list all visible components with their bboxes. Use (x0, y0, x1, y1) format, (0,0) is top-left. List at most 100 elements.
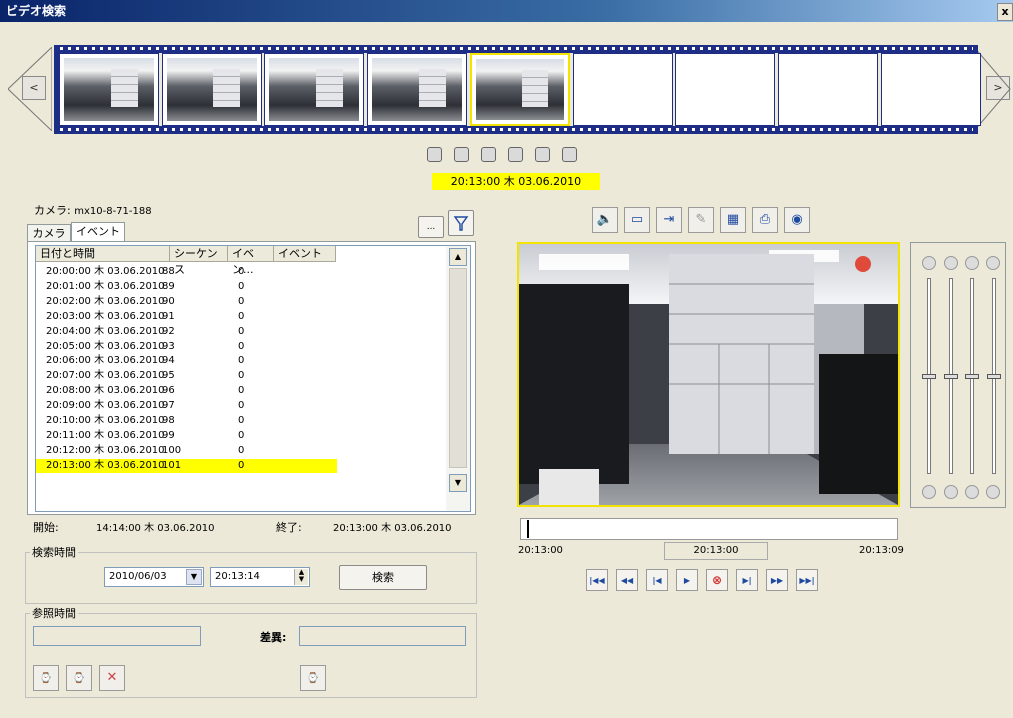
film-perforation (524, 128, 527, 131)
snapshot-button[interactable]: ▦ (720, 207, 746, 233)
cell-sequence: 97 (162, 400, 175, 412)
live-button[interactable]: ⊗ (706, 569, 728, 591)
skip-to-start-button[interactable]: |◀◀ (586, 569, 608, 591)
fullscreen-button[interactable]: ▭ (624, 207, 650, 233)
set-reference-button[interactable]: ⌚ (33, 665, 59, 691)
filmstrip-frame[interactable] (777, 53, 878, 126)
reference-time-field[interactable] (33, 626, 201, 646)
film-perforation (492, 47, 495, 50)
sun-slider-thumb[interactable] (943, 374, 958, 379)
camera-name: mx10-8-71-188 (74, 206, 152, 217)
step-forward-button[interactable]: ▶| (736, 569, 758, 591)
filmstrip-frame[interactable] (469, 53, 570, 126)
camera-settings-button[interactable]: ◉ (784, 207, 810, 233)
table-row[interactable]: 20:00:00 木 03.06.2010 88 0 (36, 265, 444, 279)
filmstrip-square-button[interactable] (508, 147, 523, 162)
timeline-bar[interactable] (520, 518, 898, 540)
column-header-sequence[interactable]: シーケンス (170, 246, 228, 276)
film-perforation (220, 128, 223, 131)
skip-to-end-button[interactable]: ▶▶| (796, 569, 818, 591)
film-perforation (868, 128, 871, 131)
go-to-reference-button[interactable]: ⌚ (66, 665, 92, 691)
table-row[interactable]: 20:09:00 木 03.06.2010 97 0 (36, 399, 444, 413)
timeline-cursor[interactable] (527, 520, 529, 538)
scroll-thumb[interactable] (449, 268, 467, 468)
table-row[interactable]: 20:08:00 木 03.06.2010 96 0 (36, 384, 444, 398)
table-row[interactable]: 20:02:00 木 03.06.2010 90 0 (36, 295, 444, 309)
contrast-slider-thumb[interactable] (965, 374, 979, 379)
filmstrip-frame[interactable] (880, 53, 981, 126)
rewind-button[interactable]: ◀◀ (616, 569, 638, 591)
filmstrip-square-button[interactable] (454, 147, 469, 162)
film-perforation (644, 128, 647, 131)
scroll-up-button[interactable]: ▲ (449, 248, 467, 266)
tab-camera[interactable]: カメラ (27, 224, 71, 242)
filmstrip-frame[interactable] (572, 53, 673, 126)
export-clip-button[interactable]: ⇥ (656, 207, 682, 233)
film-perforation (452, 128, 455, 131)
close-button[interactable]: x (997, 3, 1013, 21)
print-button[interactable]: ⎙ (752, 207, 778, 233)
film-perforation (684, 47, 687, 50)
search-date-field[interactable]: 2010/06/03 ▼ (104, 567, 204, 587)
search-time-field[interactable]: 20:13:14 ▲ ▼ (210, 567, 310, 587)
event-list-scrollbar[interactable]: ▲ ▼ (446, 246, 470, 511)
search-button[interactable]: 検索 (339, 565, 427, 590)
more-button[interactable]: ... (418, 216, 444, 238)
step-back-button[interactable]: |◀ (646, 569, 668, 591)
speaker-icon: 🔈 (596, 212, 614, 227)
filmstrip-square-button[interactable] (427, 147, 442, 162)
timeline-current: 20:13:00 (664, 542, 768, 560)
filmstrip-frame[interactable] (367, 53, 468, 126)
cell-datetime: 20:05:00 木 03.06.2010 (46, 340, 165, 352)
film-perforation (524, 47, 527, 50)
filmstrip-frame[interactable] (161, 53, 262, 126)
film-perforation (588, 128, 591, 131)
brightness-slider-thumb[interactable] (922, 374, 936, 379)
fast-forward-button[interactable]: ▶▶ (766, 569, 788, 591)
column-header-event-short[interactable]: イベン... (228, 246, 274, 276)
filmstrip-square-button[interactable] (562, 147, 577, 162)
video-view[interactable] (517, 242, 900, 507)
table-row[interactable]: 20:10:00 木 03.06.2010 98 0 (36, 414, 444, 428)
table-row[interactable]: 20:01:00 木 03.06.2010 89 0 (36, 280, 444, 294)
film-perforation (108, 47, 111, 50)
table-row[interactable]: 20:05:00 木 03.06.2010 93 0 (36, 340, 444, 354)
film-perforation (92, 47, 95, 50)
search-time-value: 20:13:14 (215, 571, 260, 582)
chevron-down-icon[interactable]: ▼ (186, 569, 202, 585)
table-row[interactable]: 20:07:00 木 03.06.2010 95 0 (36, 369, 444, 383)
play-button[interactable]: ▶ (676, 569, 698, 591)
filmstrip-square-button[interactable] (535, 147, 550, 162)
speaker-button[interactable]: 🔈 (592, 207, 618, 233)
film-perforation (260, 128, 263, 131)
scroll-down-button[interactable]: ▼ (449, 474, 467, 492)
table-row[interactable]: 20:04:00 木 03.06.2010 92 0 (36, 325, 444, 339)
column-header-event[interactable]: イベント (274, 246, 336, 262)
time-spinner-icon[interactable]: ▲ ▼ (294, 569, 308, 585)
clock-disabled-icon: ⌚ (306, 673, 320, 684)
filter-button[interactable] (448, 210, 474, 236)
table-row[interactable]: 20:11:00 木 03.06.2010 99 0 (36, 429, 444, 443)
table-row[interactable]: 20:13:00 木 03.06.2010 101 0 (36, 458, 444, 473)
table-row[interactable]: 20:12:00 木 03.06.2010 100 0 (36, 444, 444, 458)
difference-field[interactable] (299, 626, 466, 646)
filmstrip-frame[interactable] (675, 53, 776, 126)
saturation-slider-thumb[interactable] (986, 374, 1001, 379)
print-icon: ⎙ (759, 212, 771, 227)
filmstrip-frame[interactable] (264, 53, 365, 126)
frame-thumbnail (64, 58, 154, 121)
tab-events[interactable]: イベント (71, 222, 125, 242)
edit-button[interactable]: ✎ (688, 207, 714, 233)
film-perforation (668, 128, 671, 131)
column-header-datetime[interactable]: 日付と時間 (36, 246, 170, 262)
clear-reference-button[interactable]: ✕ (99, 665, 125, 691)
apply-difference-button[interactable]: ⌚ (300, 665, 326, 691)
cell-datetime: 20:12:00 木 03.06.2010 (46, 444, 165, 456)
filmstrip-frame[interactable] (59, 53, 159, 126)
timeline-end: 20:13:09 (859, 545, 904, 556)
filmstrip-square-button[interactable] (481, 147, 496, 162)
filmstrip-timestamp: 20:13:00 木 03.06.2010 (432, 173, 600, 190)
table-row[interactable]: 20:06:00 木 03.06.2010 94 0 (36, 354, 444, 368)
table-row[interactable]: 20:03:00 木 03.06.2010 91 0 (36, 310, 444, 324)
